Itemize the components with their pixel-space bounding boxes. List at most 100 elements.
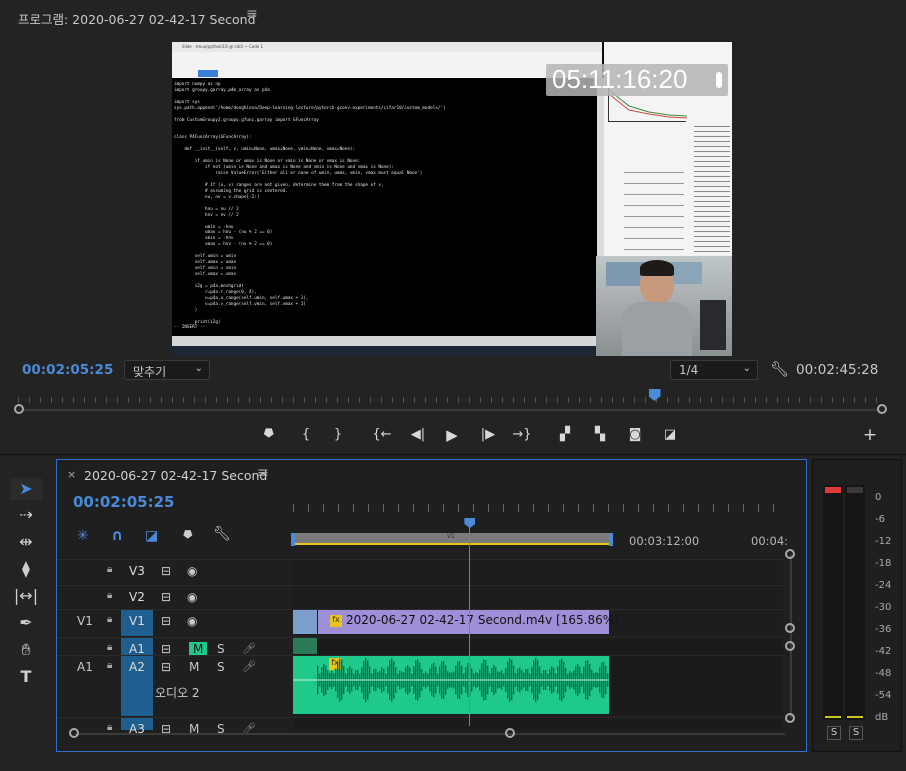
lock-icon[interactable]: 🔒︎: [107, 564, 112, 575]
work-area-start-handle[interactable]: [291, 533, 295, 546]
work-area-end-handle[interactable]: [609, 533, 613, 546]
vertical-scrollbar[interactable]: [790, 554, 792, 718]
track-lane-v3[interactable]: [293, 559, 783, 585]
step-forward-icon[interactable]: |▶: [478, 426, 498, 444]
eye-icon[interactable]: ◉: [187, 590, 197, 604]
wrench-icon[interactable]: 🔧︎: [213, 526, 231, 542]
hamburger-icon[interactable]: ≡: [246, 6, 258, 22]
lock-icon[interactable]: 🔒︎: [107, 642, 112, 653]
eye-icon[interactable]: ◉: [187, 564, 197, 578]
scroll-handle-top[interactable]: [785, 549, 795, 559]
mark-out-icon[interactable]: }: [328, 426, 348, 444]
mark-in-icon[interactable]: {: [296, 426, 316, 444]
hscroll-handle-left[interactable]: [69, 728, 79, 738]
scroll-handle-bottom[interactable]: [785, 713, 795, 723]
wrench-icon[interactable]: 🔧︎: [770, 360, 789, 378]
lock-icon[interactable]: 🔒︎: [107, 722, 112, 733]
lock-icon[interactable]: 🔒︎: [107, 614, 112, 625]
lift-icon[interactable]: ▞: [555, 426, 575, 444]
timeline-playhead[interactable]: [464, 518, 476, 726]
export-frame-icon[interactable]: ◙: [625, 426, 645, 444]
toggle-sync-icon[interactable]: ⊟: [161, 564, 171, 578]
quality-dropdown-label: 1/4: [679, 363, 699, 377]
toggle-sync-icon[interactable]: ⊟: [161, 660, 171, 674]
program-scrubber[interactable]: [18, 395, 884, 403]
razor-tool-icon[interactable]: ⧫: [10, 558, 42, 580]
meter-scale-label: -48: [875, 668, 892, 679]
type-tool-icon[interactable]: T: [10, 666, 42, 688]
step-back-icon[interactable]: ◀|: [408, 426, 428, 444]
mute-button[interactable]: M: [189, 642, 208, 656]
solo-left-button[interactable]: S: [827, 726, 841, 740]
slip-tool-icon[interactable]: |↔|: [10, 585, 42, 607]
horizontal-scrollbar[interactable]: [75, 733, 785, 735]
add-button-icon[interactable]: +: [860, 426, 880, 444]
zoom-bar[interactable]: [18, 409, 884, 411]
code-line: sys.path.append('/home/donghiena/Deep-le…: [174, 105, 446, 111]
toggle-sync-icon[interactable]: ⊟: [161, 590, 171, 604]
lock-icon[interactable]: 🔒︎: [107, 590, 112, 601]
program-panel-title: 프로그램: 2020-06-27 02-42-17 Second: [18, 12, 256, 27]
timeline-timecode[interactable]: 00:02:05:25: [73, 493, 175, 511]
ripple-edit-tool-icon[interactable]: ⇹: [10, 531, 42, 553]
selection-tool-icon[interactable]: ➤: [10, 478, 42, 500]
extract-icon[interactable]: ▚: [590, 426, 610, 444]
work-area-bar[interactable]: V1: [293, 533, 611, 545]
toggle-sync-icon[interactable]: ⊟: [161, 642, 171, 656]
video-clip-segment[interactable]: [293, 610, 317, 634]
add-marker-icon[interactable]: ⯂: [258, 426, 278, 444]
scroll-handle-mid[interactable]: [785, 623, 795, 633]
meter-scale-label: -30: [875, 602, 892, 613]
comparison-view-icon[interactable]: ◪: [660, 426, 680, 444]
track-lane-a3[interactable]: [293, 717, 783, 729]
microphone-icon[interactable]: 🎤︎: [242, 642, 256, 655]
fit-dropdown[interactable]: 맞추기 ⌄: [124, 360, 210, 380]
track-header-v1: V1 🔒︎ V1 ⊟ ◉: [57, 609, 292, 636]
source-patch-a1[interactable]: A1: [77, 660, 93, 674]
toggle-sync-icon[interactable]: ⊟: [161, 614, 171, 628]
track-lane-a1[interactable]: [293, 637, 783, 655]
zoom-handle-left[interactable]: [14, 404, 24, 414]
solo-button[interactable]: S: [217, 660, 225, 674]
window-titlebar: Slide - tmux/python3.6 @ inb5 ~ Code 1: [172, 42, 602, 52]
track-header-a1: 🔒︎ A1 ⊟ M S 🎤︎: [57, 637, 292, 656]
timeline-tab-title[interactable]: 2020-06-27 02-42-17 Second: [84, 468, 267, 483]
window-title: Slide - tmux/python3.6 @ inb5 ~ Code 1: [182, 44, 264, 49]
scroll-handle-mid2[interactable]: [785, 641, 795, 651]
close-tab-icon[interactable]: ×: [67, 468, 76, 481]
solo-button[interactable]: S: [217, 642, 225, 656]
go-to-out-icon[interactable]: →}: [512, 426, 532, 444]
audio-waveform: [293, 658, 609, 702]
source-patch-v1[interactable]: V1: [77, 614, 93, 628]
lock-icon[interactable]: 🔒︎: [107, 660, 112, 671]
hscroll-handle-right[interactable]: [505, 728, 515, 738]
meter-scale-label: 0: [875, 492, 882, 503]
video-clip-v1[interactable]: fx 2020-06-27 02-42-17 Second.m4v [165.8…: [318, 610, 619, 634]
snap-magnet-icon[interactable]: ∩: [111, 526, 123, 544]
pen-tool-icon[interactable]: ✒︎: [10, 612, 42, 634]
code-line: -- INSERT --: [174, 325, 206, 331]
chevron-down-icon: ⌄: [194, 363, 203, 374]
track-lane-v2[interactable]: [293, 585, 783, 609]
microphone-icon[interactable]: 🎤︎: [242, 660, 256, 673]
play-icon[interactable]: ▶: [442, 426, 462, 444]
solo-right-button[interactable]: S: [849, 726, 863, 740]
zoom-handle-right[interactable]: [877, 404, 887, 414]
program-timecode[interactable]: 00:02:05:25: [22, 362, 113, 378]
track-select-tool-icon[interactable]: ⇢: [10, 504, 42, 526]
linked-selection-icon[interactable]: ◪: [145, 528, 158, 544]
audio-clip-a2[interactable]: fx: [293, 656, 609, 714]
document-lines: [624, 162, 684, 252]
insert-nest-icon[interactable]: ✳: [77, 528, 89, 544]
status-bar: [172, 336, 607, 346]
document-text: [694, 122, 730, 252]
quality-dropdown[interactable]: 1/4 ⌄: [670, 360, 758, 380]
mute-button[interactable]: M: [189, 660, 199, 674]
audio-clip-a1[interactable]: [293, 638, 317, 654]
go-to-in-icon[interactable]: {←: [372, 426, 392, 444]
eye-icon[interactable]: ◉: [187, 614, 197, 628]
terminal: import numpy as np import groupy.garray.p…: [172, 78, 597, 336]
hand-tool-icon[interactable]: ✋︎: [10, 639, 42, 661]
hamburger-icon[interactable]: ≡: [257, 465, 269, 481]
add-marker-icon[interactable]: ⯂: [182, 528, 192, 543]
